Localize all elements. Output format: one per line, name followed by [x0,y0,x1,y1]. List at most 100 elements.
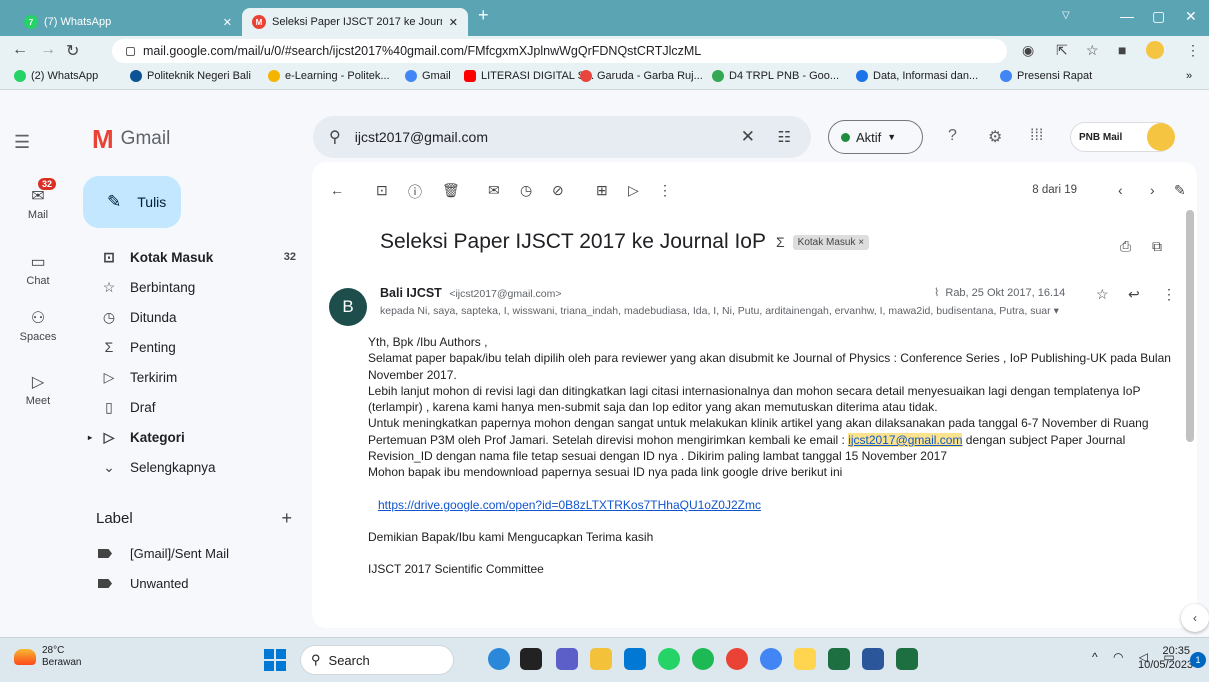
profile-avatar[interactable] [1146,41,1164,59]
help-icon[interactable]: ? [948,127,957,145]
excel-icon[interactable] [828,648,850,670]
eye-icon[interactable]: ◉ [1022,42,1034,59]
notification-badge[interactable]: 1 [1190,652,1206,668]
close-window-icon[interactable]: ✕ [1185,8,1197,25]
close-icon[interactable]: ✕ [223,16,232,29]
sidepanel-icon[interactable]: ■ [1118,42,1126,58]
filter-icon[interactable]: ☷ [778,128,791,146]
clear-search-icon[interactable]: ✕ [741,127,755,147]
bookmark-data[interactable]: Data, Informasi dan... [856,70,978,82]
more-options-icon[interactable]: ⋮ [658,182,672,199]
bookmark-garuda[interactable]: Garuda - Garba Ruj... [580,70,703,82]
clock[interactable]: 20:35 10/05/2023 [1138,644,1193,672]
rail-meet[interactable]: ▷ Meet [0,372,76,407]
rail-mail[interactable]: ✉ Mail [0,186,76,221]
search-input[interactable]: ijcst2017@gmail.com [355,129,488,145]
new-tab-button[interactable]: + [478,5,489,26]
nav-important[interactable]: Σ Penting [98,334,296,360]
tab-gmail[interactable]: M Seleksi Paper IJSCT 2017 ke Journ ✕ [242,8,468,36]
file-explorer-icon[interactable] [590,648,612,670]
mail-app-icon[interactable] [624,648,646,670]
side-panel-toggle[interactable]: ‹ [1181,604,1209,632]
spotify-icon[interactable] [692,648,714,670]
gmail-logo[interactable]: M Gmail [92,126,170,152]
nav-snoozed[interactable]: ◷ Ditunda [98,304,296,330]
address-bar[interactable]: mail.google.com/mail/u/0/#search/ijcst20… [112,39,1007,63]
bookmark-whatsapp[interactable]: (2) WhatsApp [14,70,98,82]
reply-icon[interactable]: ↩ [1128,286,1140,303]
bookmark-elearning[interactable]: e-Learning - Politek... [268,70,390,82]
chrome-icon[interactable] [726,648,748,670]
bookmark-gmail[interactable]: Gmail [405,70,451,82]
nav-drafts[interactable]: ▯ Draf [98,394,296,420]
prev-icon[interactable]: ‹ [1118,182,1123,198]
email-link[interactable]: ijcst2017@gmail.com [848,432,963,447]
reload-icon[interactable]: ↻ [66,41,79,61]
add-label-button[interactable]: + [281,508,292,529]
teams-icon[interactable] [556,648,578,670]
next-icon[interactable]: › [1150,182,1155,198]
nav-inbox[interactable]: ⊡ Kotak Masuk 32 [98,244,296,270]
mark-unread-icon[interactable]: ✉ [488,182,500,199]
tab-search-icon[interactable]: ▽ [1062,10,1070,21]
start-button[interactable] [264,649,286,671]
move-to-icon[interactable]: ⊞ [596,182,608,199]
taskbar-search[interactable]: ⚲ Search [300,645,454,675]
bing-icon[interactable] [488,648,510,670]
delete-icon[interactable]: 🗑 [442,182,460,199]
bookmark-d4trpl[interactable]: D4 TRPL PNB - Goo... [712,70,839,82]
rail-spaces[interactable]: ⚇ Spaces [0,308,76,343]
print-icon[interactable]: ⎙ [1120,238,1131,255]
close-icon[interactable]: ✕ [449,16,458,29]
scrollbar[interactable] [1186,210,1194,442]
label-icon[interactable]: ▷ [628,182,639,199]
open-new-window-icon[interactable]: ⧉ [1152,238,1162,255]
menu-kebab-icon[interactable]: ⋮ [1186,42,1200,59]
whatsapp-icon[interactable] [658,648,680,670]
search-bar[interactable]: ⚲ ijcst2017@gmail.com ✕ ☷ [313,116,811,158]
gear-icon[interactable]: ⚙ [988,127,1002,147]
minimize-icon[interactable]: — [1120,8,1134,24]
excel-icon-2[interactable] [896,648,918,670]
star-icon[interactable]: ☆ [1086,42,1099,59]
nav-sent[interactable]: ▷ Terkirim [98,364,296,390]
folder-chip[interactable]: Kotak Masuk × [792,234,870,250]
label-unwanted[interactable]: Unwanted [98,576,189,591]
back-icon[interactable]: ← [12,41,28,59]
nav-categories[interactable]: ▸ ▷ Kategori [88,424,286,450]
notepad-icon[interactable] [794,648,816,670]
status-selector[interactable]: Aktif ▼ [828,120,923,154]
apps-grid-icon[interactable]: ⁞⁞⁞ [1030,127,1043,145]
tab-whatsapp[interactable]: 7 (7) WhatsApp ✕ [14,8,242,36]
share-icon[interactable]: ⇱ [1056,42,1068,59]
more-bookmarks-button[interactable]: » [1186,70,1192,82]
hamburger-menu-icon[interactable]: ☰ [14,132,30,153]
bookmark-presensi[interactable]: Presensi Rapat [1000,70,1092,82]
nav-more[interactable]: ⌄ Selengkapnya [98,454,296,480]
weather-widget[interactable]: 28°C Berawan [14,645,81,669]
bookmark-literasi[interactable]: LITERASI DIGITAL S... [464,70,594,82]
taskview-icon[interactable] [520,648,542,670]
archive-icon[interactable]: ⊡ [376,182,388,199]
more-options-icon[interactable]: ⋮ [1162,286,1176,303]
restore-icon[interactable]: ▢ [1152,8,1165,25]
important-marker-icon[interactable]: Σ [776,234,785,250]
nav-starred[interactable]: ☆ Berbintang [98,274,296,300]
drive-link[interactable]: https://drive.google.com/open?id=0B8zLTX… [378,498,761,512]
search-icon[interactable]: ⚲ [329,127,341,147]
compose-button[interactable]: ✎ Tulis [83,176,181,228]
add-task-icon[interactable]: ⊘ [552,182,564,199]
bookmark-pnb[interactable]: Politeknik Negeri Bali [130,70,251,82]
report-spam-icon[interactable]: ⓘ [408,182,422,202]
forward-icon[interactable]: → [40,41,56,59]
star-icon[interactable]: ☆ [1096,286,1109,303]
account-chip[interactable]: PNB Mail [1070,122,1175,152]
snooze-icon[interactable]: ◷ [520,182,532,199]
rail-chat[interactable]: ▭ Chat [0,252,76,287]
label-sent-mail[interactable]: [Gmail]/Sent Mail [98,546,229,561]
word-icon[interactable] [862,648,884,670]
recipients-line[interactable]: kepada Ni, saya, sapteka, I, wisswani, t… [380,305,1160,317]
chrome-profile-icon[interactable] [760,648,782,670]
input-tools-icon[interactable]: ✎ [1174,182,1186,199]
back-to-list-icon[interactable]: ← [330,182,344,198]
